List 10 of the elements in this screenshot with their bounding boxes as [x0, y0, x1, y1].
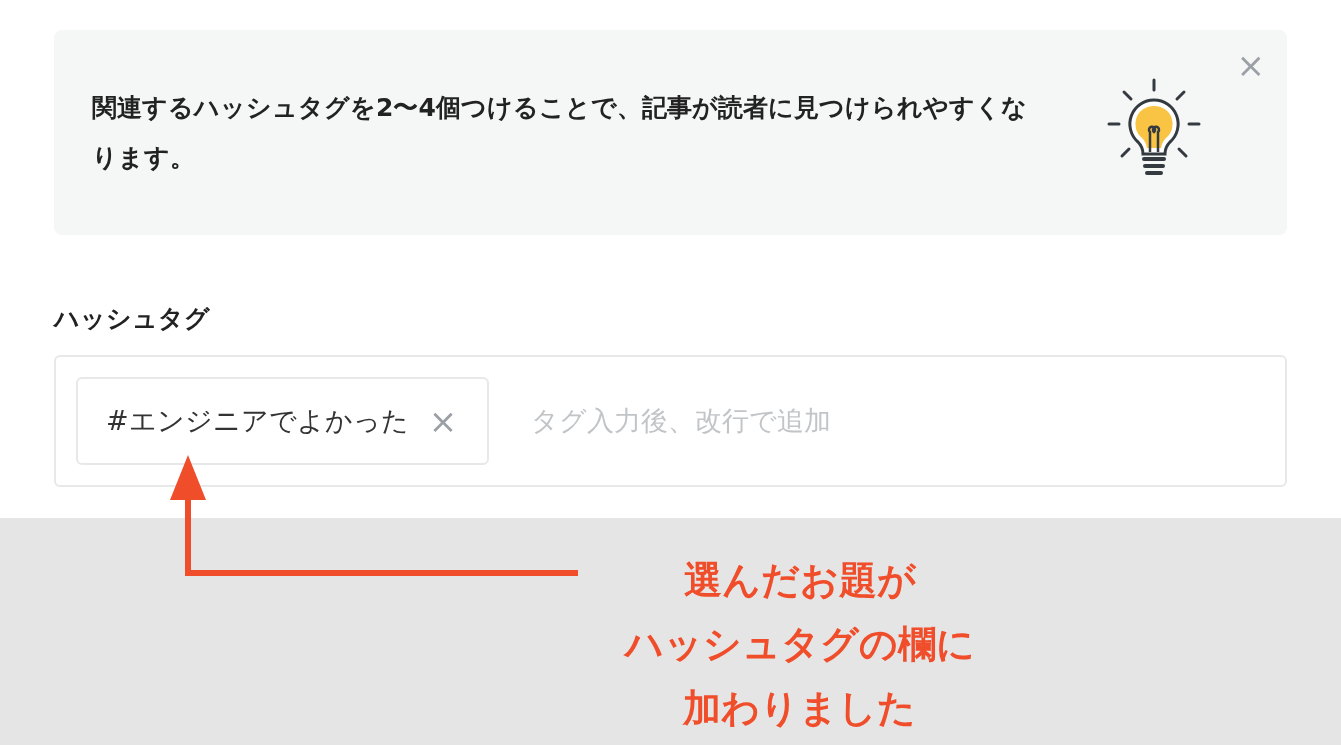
annotation-text: 選んだお題が	[683, 557, 916, 604]
tip-text: 関連するハッシュタグを2〜4個つけることで、記事が読者に見つけられやすくなります。	[92, 91, 1028, 174]
annotation-text: 加わりました	[683, 685, 916, 732]
hashtag-input-field[interactable]: #エンジニアでよかった × タグ入力後、改行で追加	[54, 355, 1287, 487]
annotation-text: ハッシュタグの欄に	[624, 621, 975, 668]
remove-tag-button[interactable]: ×	[428, 404, 458, 438]
close-button[interactable]: ×	[1236, 48, 1265, 82]
tag-input[interactable]: タグ入力後、改行で追加	[531, 400, 1285, 442]
field-label: ハッシュタグ	[54, 303, 211, 335]
tag-text: #エンジニアでよかった	[106, 403, 409, 438]
